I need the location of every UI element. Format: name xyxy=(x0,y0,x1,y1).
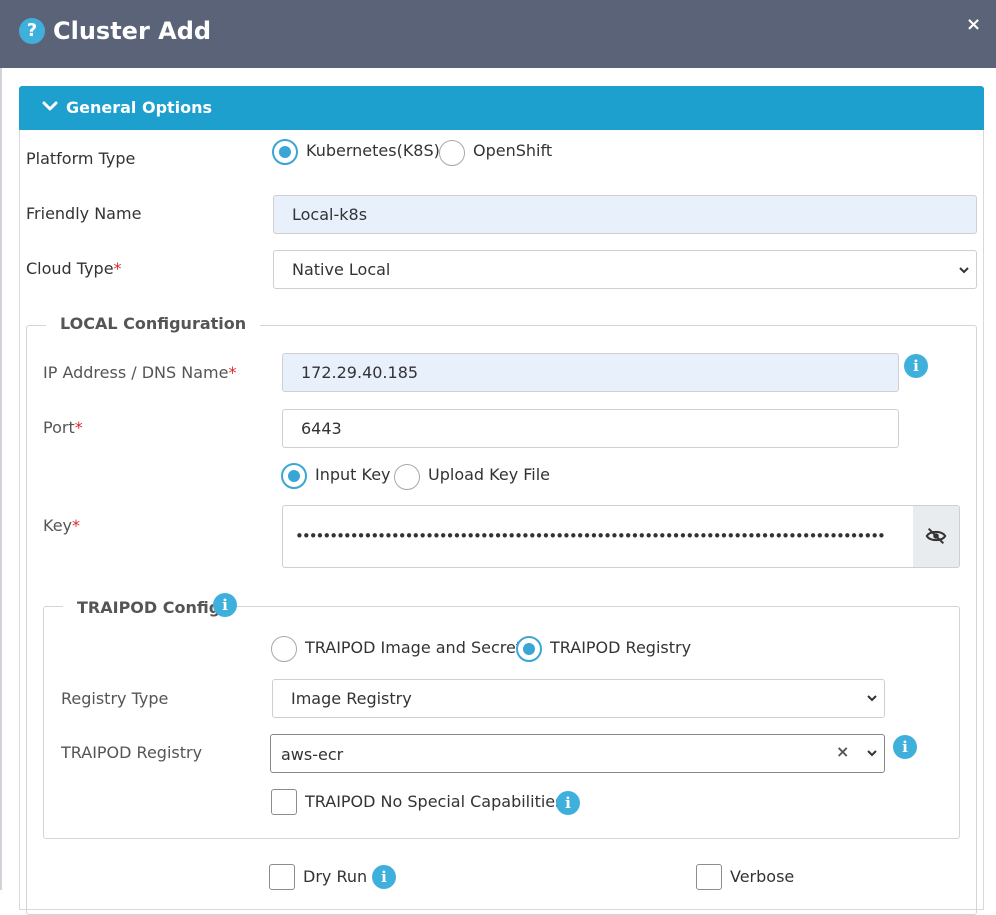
key-input[interactable]: ••••••••••••••••••••••••••••••••••••••••… xyxy=(282,505,914,568)
cloud-type-value: Native Local xyxy=(292,260,391,279)
verbose-checkbox[interactable] xyxy=(696,864,722,890)
platform-type-label: Platform Type xyxy=(26,149,136,168)
radio-openshift[interactable] xyxy=(439,140,465,166)
traipod-registry-value: aws-ecr xyxy=(281,745,344,764)
radio-traipod-image-secret[interactable] xyxy=(271,636,297,662)
close-icon[interactable]: × xyxy=(966,14,981,36)
cloud-type-label-text: Cloud Type xyxy=(26,259,114,278)
radio-input-key[interactable] xyxy=(281,463,307,489)
radio-traipod-registry-label[interactable]: TRAIPOD Registry xyxy=(550,637,691,659)
registry-type-select[interactable]: Image Registry xyxy=(272,679,885,718)
local-config-legend: LOCAL Configuration xyxy=(46,313,261,335)
required-asterisk: * xyxy=(113,259,122,278)
registry-type-value: Image Registry xyxy=(291,689,412,708)
chevron-down-icon xyxy=(867,750,877,757)
ip-address-label-text: IP Address / DNS Name xyxy=(43,363,229,382)
key-label-text: Key xyxy=(43,516,73,535)
dialog-left-edge xyxy=(0,68,2,890)
friendly-name-input[interactable]: Local-k8s xyxy=(273,195,977,234)
info-icon[interactable]: i xyxy=(904,354,928,378)
ip-address-input[interactable]: 172.29.40.185 xyxy=(282,353,899,392)
traipod-registry-label: TRAIPOD Registry xyxy=(61,743,203,762)
radio-input-key-label[interactable]: Input Key xyxy=(315,464,391,486)
friendly-name-label: Friendly Name xyxy=(26,204,142,223)
info-icon[interactable]: i xyxy=(213,593,237,617)
registry-type-label: Registry Type xyxy=(61,689,169,708)
clear-selection-icon[interactable]: × xyxy=(836,741,849,763)
port-label: Port* xyxy=(43,417,83,439)
dry-run-checkbox[interactable] xyxy=(269,864,295,890)
cloud-type-select[interactable]: Native Local xyxy=(273,250,977,289)
ip-address-label: IP Address / DNS Name* xyxy=(43,362,236,384)
radio-upload-key-file-label[interactable]: Upload Key File xyxy=(428,464,550,486)
traipod-registry-select[interactable]: aws-ecr xyxy=(270,734,885,773)
general-options-title: General Options xyxy=(66,98,213,117)
info-icon[interactable]: i xyxy=(372,865,396,889)
radio-openshift-label[interactable]: OpenShift xyxy=(473,140,552,162)
radio-traipod-image-secret-label[interactable]: TRAIPOD Image and Secret xyxy=(305,637,522,659)
question-circle-icon: ? xyxy=(19,18,45,44)
radio-kubernetes[interactable] xyxy=(272,139,298,165)
chevron-down-icon xyxy=(42,101,58,111)
key-label: Key* xyxy=(43,515,80,537)
required-asterisk: * xyxy=(72,516,81,535)
chevron-down-icon xyxy=(867,695,877,702)
radio-upload-key-file[interactable] xyxy=(394,464,420,490)
port-label-text: Port xyxy=(43,418,75,437)
traipod-no-special-label[interactable]: TRAIPOD No Special Capabilities xyxy=(305,791,563,813)
port-input[interactable]: 6443 xyxy=(282,409,899,448)
eye-slash-icon xyxy=(925,527,947,545)
verbose-label[interactable]: Verbose xyxy=(730,866,794,888)
dialog-title: Cluster Add xyxy=(53,17,212,45)
required-asterisk: * xyxy=(74,418,83,437)
info-icon[interactable]: i xyxy=(893,735,917,759)
required-asterisk: * xyxy=(228,363,237,382)
dry-run-label[interactable]: Dry Run xyxy=(303,866,367,888)
traipod-no-special-checkbox[interactable] xyxy=(271,789,297,815)
cloud-type-label: Cloud Type* xyxy=(26,258,122,280)
radio-traipod-registry[interactable] xyxy=(516,636,542,662)
radio-kubernetes-label[interactable]: Kubernetes(K8S) xyxy=(306,140,440,162)
traipod-config-legend: TRAIPOD Config xyxy=(63,597,235,619)
info-icon[interactable]: i xyxy=(556,791,580,815)
chevron-down-icon xyxy=(959,267,969,274)
